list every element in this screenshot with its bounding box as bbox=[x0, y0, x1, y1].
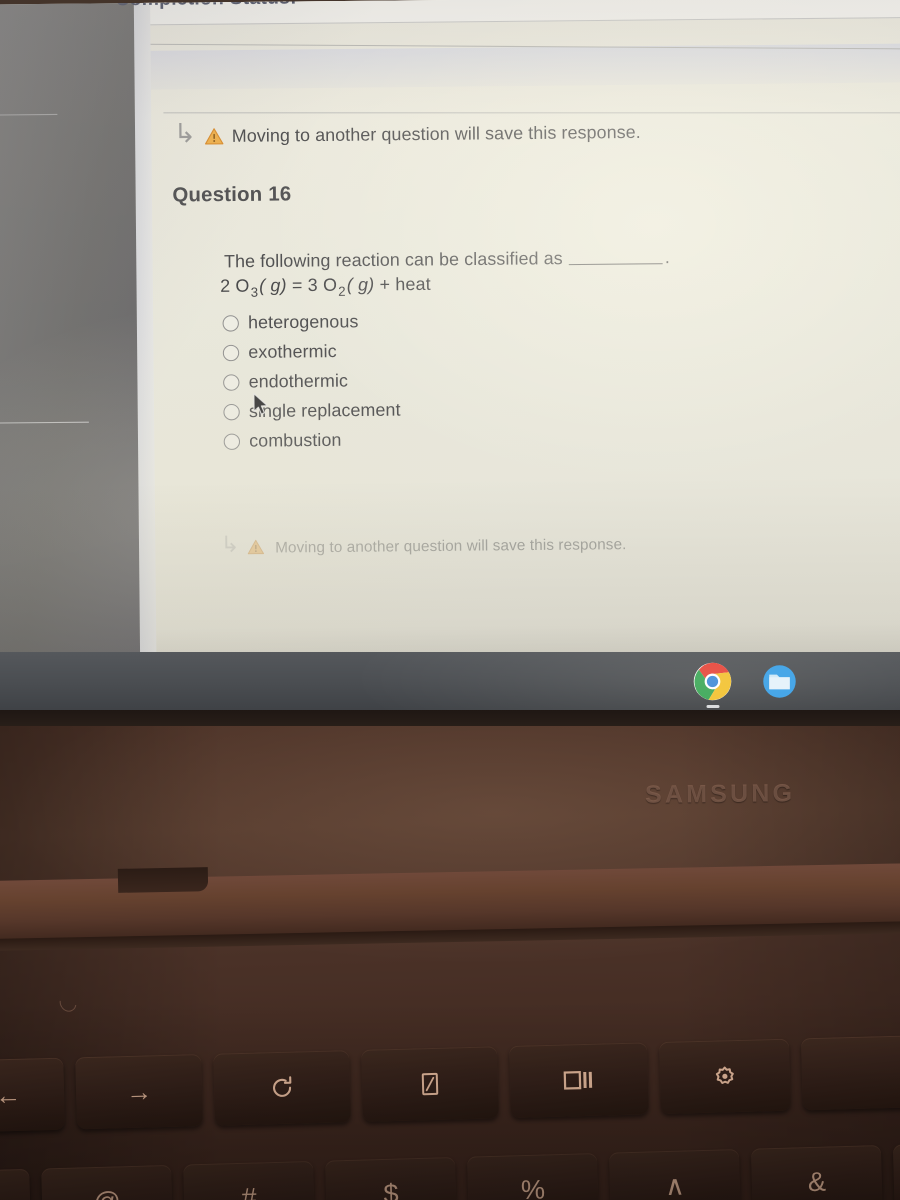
save-response-warning-bottom: ↳ Moving to another question will save t… bbox=[220, 531, 627, 559]
question-stem-text: The following reaction can be classified… bbox=[223, 247, 563, 272]
key-4[interactable]: $ bbox=[325, 1156, 457, 1200]
key-7[interactable]: & bbox=[750, 1145, 883, 1200]
mouse-cursor bbox=[253, 392, 271, 422]
chrome-icon[interactable] bbox=[692, 661, 733, 708]
warning-text: Moving to another question will save thi… bbox=[231, 121, 641, 146]
sidebar-divider-upper bbox=[0, 113, 58, 116]
overview-icon bbox=[563, 1071, 593, 1090]
option-label: heterogenous bbox=[247, 310, 359, 333]
option-label: endothermic bbox=[248, 370, 349, 392]
laptop-photo: ↳ Moving to another question will save t… bbox=[0, 0, 900, 1200]
question-stem: The following reaction can be classified… bbox=[224, 247, 670, 273]
equation-product-subscript: 2 bbox=[338, 283, 346, 299]
reload-key[interactable] bbox=[213, 1050, 351, 1126]
chemical-equation: 2 O3( g) = 3 O2( g) + heat bbox=[220, 271, 670, 300]
key-3[interactable]: # bbox=[183, 1160, 316, 1200]
answer-blank bbox=[568, 250, 663, 266]
forward-key[interactable]: → bbox=[75, 1054, 204, 1130]
warning-text: Moving to another question will save thi… bbox=[275, 535, 627, 557]
radio-exothermic[interactable] bbox=[222, 344, 240, 361]
option-label: exothermic bbox=[248, 340, 337, 363]
reload-icon bbox=[273, 1076, 292, 1097]
keyboard-number-row: @ # $ % ∧ & bbox=[0, 1141, 900, 1200]
warning-triangle-icon bbox=[204, 127, 224, 145]
option-label: combustion bbox=[249, 429, 342, 451]
fullscreen-key[interactable] bbox=[361, 1046, 499, 1122]
option-heterogenous[interactable]: heterogenous bbox=[222, 304, 670, 338]
option-endothermic[interactable]: endothermic bbox=[223, 363, 671, 397]
radio-single-replacement[interactable] bbox=[223, 403, 240, 420]
divider-under-heading bbox=[163, 112, 900, 114]
question-heading: Question 16 bbox=[172, 183, 292, 207]
files-folder-icon[interactable] bbox=[759, 661, 800, 702]
equation-operator: = bbox=[291, 274, 303, 296]
brightness-key[interactable] bbox=[658, 1038, 791, 1115]
equation-product-coeff: 3 O bbox=[307, 274, 338, 296]
answer-options-list: heterogenous exothermic endothermic sing… bbox=[222, 304, 672, 456]
equation-reactant-state: ( g) bbox=[259, 274, 287, 296]
option-single-replacement[interactable]: single replacement bbox=[223, 393, 671, 427]
option-exothermic[interactable]: exothermic bbox=[222, 333, 671, 367]
samsung-brand-logo: SAMSUNG bbox=[644, 779, 796, 809]
chromeos-shelf[interactable] bbox=[0, 652, 900, 710]
question-stem-period: . bbox=[664, 246, 670, 268]
page-band bbox=[144, 43, 900, 90]
equation-reactant-coeff: 2 O bbox=[220, 275, 250, 296]
overview-key[interactable] bbox=[509, 1042, 649, 1118]
key-1[interactable] bbox=[0, 1168, 32, 1200]
radio-heterogenous[interactable] bbox=[222, 314, 239, 332]
chromebook-screen: ↳ Moving to another question will save t… bbox=[0, 0, 900, 670]
completion-status-label: Completion Status: bbox=[115, 0, 297, 11]
option-combustion[interactable]: combustion bbox=[223, 422, 672, 456]
save-response-warning-top: ↳ Moving to another question will save t… bbox=[173, 117, 641, 150]
course-menu-sidebar[interactable]: es d bbox=[0, 0, 141, 670]
hinge-notch bbox=[117, 867, 209, 893]
equation-tail: + heat bbox=[379, 273, 431, 295]
key-8[interactable] bbox=[892, 1141, 900, 1200]
equation-product-state: ( g) bbox=[346, 274, 375, 295]
chrome-running-indicator bbox=[706, 705, 719, 708]
return-arrow-icon: ↳ bbox=[173, 117, 197, 149]
keyboard-function-row: ← → bbox=[0, 1035, 900, 1133]
key-5[interactable]: % bbox=[467, 1152, 599, 1200]
question-body: The following reaction can be classified… bbox=[220, 247, 672, 456]
fullscreen-icon bbox=[421, 1072, 439, 1096]
key-6[interactable]: ∧ bbox=[608, 1149, 741, 1200]
option-label: single replacement bbox=[248, 399, 401, 422]
at-symbol: @ bbox=[93, 1186, 121, 1200]
hash-symbol: # bbox=[241, 1182, 257, 1200]
radio-endothermic[interactable] bbox=[223, 373, 240, 391]
ampersand-symbol: & bbox=[807, 1166, 827, 1197]
radio-combustion[interactable] bbox=[223, 432, 241, 450]
sidebar-divider bbox=[0, 421, 89, 424]
brightness-icon bbox=[715, 1066, 734, 1085]
percent-symbol: % bbox=[520, 1173, 546, 1200]
back-arrow-icon: ← bbox=[0, 1079, 22, 1111]
laptop-keyboard: ← → # $ % ∧ & bbox=[0, 1030, 900, 1200]
equation-reactant-subscript: 3 bbox=[250, 284, 259, 300]
key-2[interactable]: @ bbox=[41, 1164, 174, 1200]
forward-arrow-icon: → bbox=[125, 1076, 153, 1108]
caret-symbol: ∧ bbox=[664, 1170, 686, 1200]
warning-triangle-icon bbox=[248, 539, 268, 557]
return-arrow-icon: ↳ bbox=[220, 531, 240, 558]
shelf-icon-group bbox=[692, 661, 800, 708]
lms-content-page: ↳ Moving to another question will save t… bbox=[142, 0, 900, 668]
dollar-symbol: $ bbox=[383, 1178, 399, 1200]
key-extra-right[interactable] bbox=[800, 1035, 900, 1111]
back-key[interactable]: ← bbox=[0, 1057, 66, 1133]
